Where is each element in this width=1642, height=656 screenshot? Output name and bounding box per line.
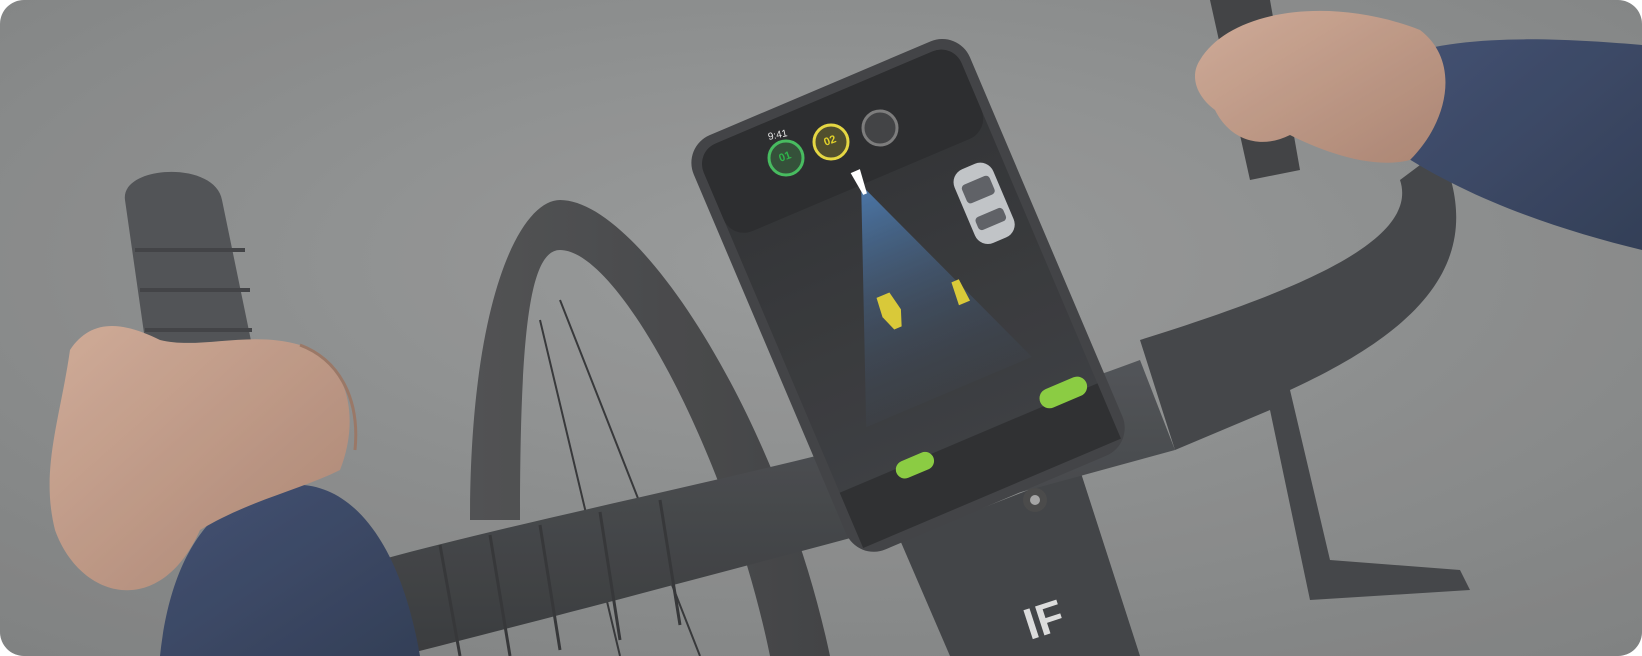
photo-canvas: IF: [0, 0, 1642, 656]
photo-scene: IF 9:41 01 02: [0, 0, 1642, 656]
